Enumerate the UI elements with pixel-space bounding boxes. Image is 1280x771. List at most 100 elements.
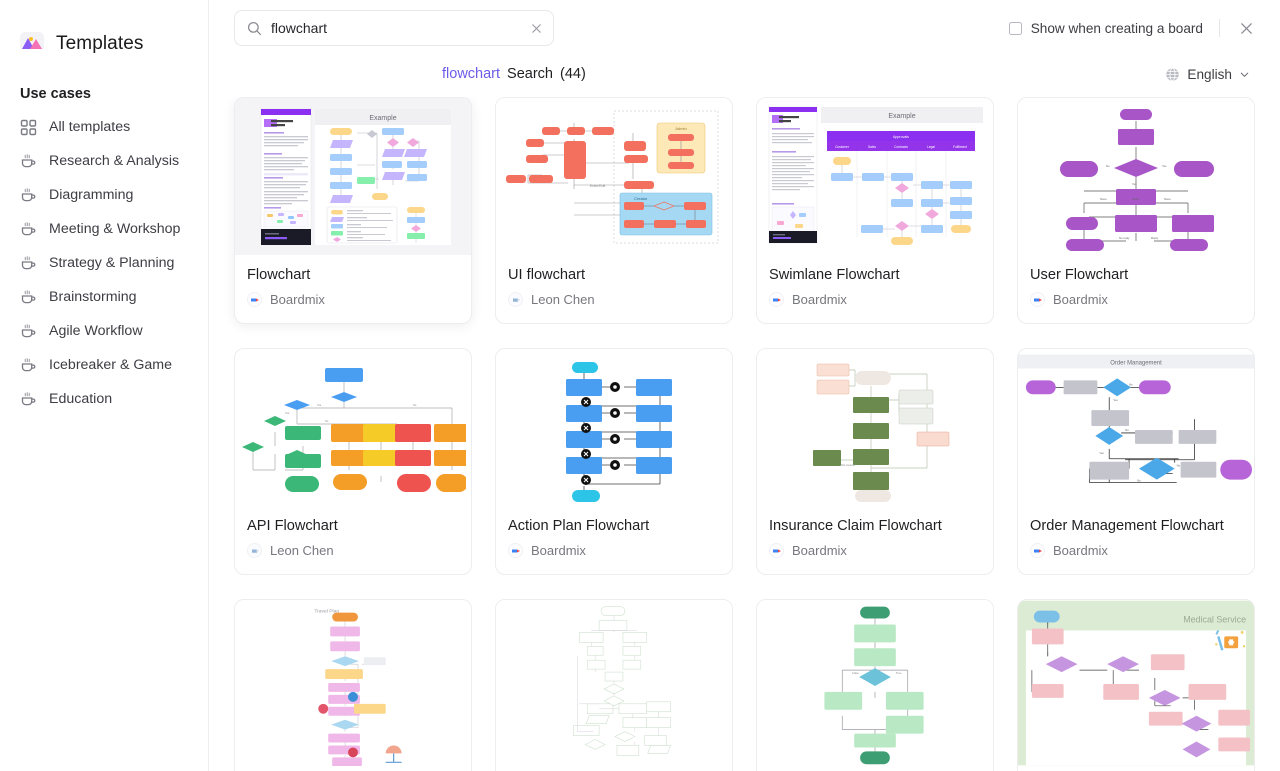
flowchart-doc-thumb: Example <box>253 106 453 247</box>
svg-text:Creator: Creator <box>634 196 648 201</box>
close-icon[interactable] <box>1237 19 1256 38</box>
template-card-swimlane-flowchart[interactable]: Example Approvals Customer Sales Contract… <box>756 97 994 324</box>
sidebar-item-education[interactable]: Education <box>0 382 208 416</box>
cup-icon <box>21 391 36 405</box>
template-card-medical-service[interactable]: Medical Service <box>1017 599 1255 771</box>
card-meta: User Flowchart Boardmix <box>1018 255 1254 307</box>
templates-modal: Templates Use cases All templates Resear… <box>0 0 1280 771</box>
card-title: Swimlane Flowchart <box>769 267 900 283</box>
svg-text:Email: Email <box>1132 197 1139 201</box>
template-grid-scroll[interactable]: Example Flowchart Boardmix Admin Creator… <box>209 97 1280 771</box>
template-card-green-flowchart[interactable]: False True <box>756 599 994 771</box>
sidebar-item-research-analysis[interactable]: Research & Analysis <box>0 144 208 178</box>
template-card-api-flowchart[interactable]: Yes No Yes No API Flowchart Leon Chen <box>234 348 472 575</box>
template-card-insurance-claim-flowchart[interactable]: Not covered Insurance Claim Flowchart Bo… <box>756 348 994 575</box>
card-author-name: Boardmix <box>792 292 847 307</box>
card-author-name: Leon Chen <box>531 292 595 307</box>
card-author: Leon Chen <box>508 292 720 307</box>
sidebar-item-label: Agile Workflow <box>49 323 143 339</box>
svg-text:Reply: Reply <box>1151 236 1159 240</box>
sidebar-item-label: Diagramming <box>49 187 134 203</box>
sidebar-item-icebreaker-game[interactable]: Icebreaker & Game <box>0 348 208 382</box>
card-thumbnail: Order Management No Yes No Yes No No <box>1018 349 1254 506</box>
cup-icon <box>21 289 36 303</box>
order-management-thumb: Order Management NoYes NoYes NoNo <box>1018 354 1254 501</box>
search-icon <box>247 21 262 35</box>
ui-flowchart-thumb: Admin Creator Enter/Edit <box>501 102 727 251</box>
card-author: Boardmix <box>508 543 720 558</box>
sidebar-item-label: Icebreaker & Game <box>49 357 173 373</box>
clear-x-icon[interactable] <box>530 22 543 35</box>
svg-text:Yes: Yes <box>317 403 322 407</box>
card-author: Leon Chen <box>247 543 459 558</box>
card-meta: Order Management Flowchart Boardmix <box>1018 506 1254 558</box>
card-author: Boardmix <box>769 292 981 307</box>
divider <box>1219 19 1220 37</box>
sidebar-item-brainstorming[interactable]: Brainstorming <box>0 280 208 314</box>
template-card-faint-flowchart[interactable] <box>495 599 733 771</box>
thumb-header-label: Order Management <box>1110 360 1162 366</box>
show-when-creating-label: Show when creating a board <box>1030 20 1203 36</box>
card-author-name: Boardmix <box>1053 543 1108 558</box>
card-title: Action Plan Flowchart <box>508 518 650 534</box>
boardmix-avatar <box>247 292 262 307</box>
sidebar: Templates Use cases All templates Resear… <box>0 0 209 771</box>
template-card-order-management-flowchart[interactable]: Order Management No Yes No Yes No No Ord… <box>1017 348 1255 575</box>
api-flowchart-thumb: Yes No Yes No <box>240 353 466 502</box>
card-thumbnail <box>496 349 732 506</box>
card-thumbnail <box>496 600 732 766</box>
card-meta: Swimlane Flowchart Boardmix <box>757 255 993 307</box>
cup-icon <box>21 187 36 201</box>
search-box[interactable] <box>234 10 554 46</box>
card-thumbnail: Medical Service <box>1018 600 1254 766</box>
svg-text:No: No <box>1129 382 1133 386</box>
card-meta: Insurance Claim Flowchart Boardmix <box>757 506 993 558</box>
sidebar-item-agile-workflow[interactable]: Agile Workflow <box>0 314 208 348</box>
sidebar-item-label: Brainstorming <box>49 289 137 305</box>
boardmix-avatar <box>508 543 523 558</box>
brand: Templates <box>0 0 208 62</box>
template-card-ui-flowchart[interactable]: Admin Creator Enter/Edit UI flowchart Le… <box>495 97 733 324</box>
svg-text:Legal: Legal <box>927 145 935 149</box>
template-card-action-plan-flowchart[interactable]: Action Plan Flowchart Boardmix <box>495 348 733 575</box>
search-input[interactable] <box>271 20 521 36</box>
svg-text:Example: Example <box>369 115 396 122</box>
card-title: User Flowchart <box>1030 267 1129 283</box>
card-author-name: Leon Chen <box>270 543 334 558</box>
card-thumbnail: No Yes Yes None Email None No reply Reply <box>1018 98 1254 255</box>
svg-text:Yes: Yes <box>1099 450 1104 454</box>
svg-text:Sales: Sales <box>868 145 876 149</box>
sidebar-item-label: Research & Analysis <box>49 153 180 169</box>
card-meta: API Flowchart Leon Chen <box>235 506 471 558</box>
language-selector[interactable]: English <box>1165 67 1256 82</box>
svg-text:Yes: Yes <box>1132 182 1137 186</box>
checkbox[interactable] <box>1008 21 1022 35</box>
green-flowchart-thumb: False True <box>757 600 993 766</box>
svg-text:None: None <box>1100 197 1107 201</box>
template-card-flowchart[interactable]: Example Flowchart Boardmix <box>234 97 472 324</box>
swimlane-thumb: Example Approvals Customer Sales Contract… <box>762 102 988 251</box>
language-label: English <box>1187 66 1232 82</box>
sidebar-item-diagramming[interactable]: Diagramming <box>0 178 208 212</box>
sidebar-item-strategy-planning[interactable]: Strategy & Planning <box>0 246 208 280</box>
sidebar-item-label: All templates <box>49 119 131 135</box>
svg-text:No: No <box>1106 164 1110 168</box>
breadcrumb-keyword[interactable]: flowchart <box>442 66 500 82</box>
svg-text:False: False <box>852 671 859 675</box>
card-author-name: Boardmix <box>531 543 586 558</box>
svg-text:No: No <box>325 419 329 423</box>
template-card-user-flowchart[interactable]: No Yes Yes None Email None No reply Reply Us… <box>1017 97 1255 324</box>
card-author-name: Boardmix <box>1053 292 1108 307</box>
template-card-travel-plan[interactable]: Travel Plan <box>234 599 472 771</box>
cup-icon <box>21 255 36 269</box>
action-plan-thumb <box>501 353 727 502</box>
sidebar-item-all-templates[interactable]: All templates <box>0 110 208 144</box>
sidebar-item-label: Education <box>49 391 113 407</box>
card-title: Flowchart <box>247 267 311 283</box>
boardmix-avatar <box>769 292 784 307</box>
svg-text:Yes: Yes <box>285 411 290 415</box>
show-when-creating-toggle[interactable]: Show when creating a board <box>1008 20 1219 36</box>
boardmix-avatar <box>1030 292 1045 307</box>
card-thumbnail: Admin Creator Enter/Edit <box>496 98 732 255</box>
sidebar-item-meeting-workshop[interactable]: Meeting & Workshop <box>0 212 208 246</box>
